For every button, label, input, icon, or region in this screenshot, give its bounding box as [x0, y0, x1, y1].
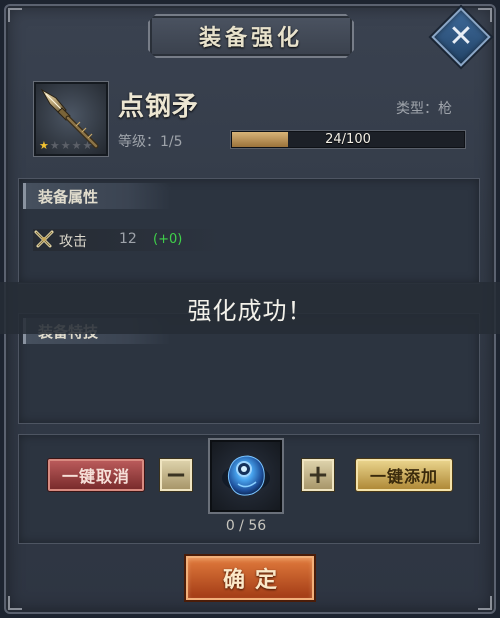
decrease-button[interactable]: − [160, 459, 192, 491]
section-header: 装备属性 [23, 183, 171, 209]
item-star-rating: ★ ★ ★ ★ ★ [39, 139, 92, 152]
confirm-button[interactable]: 确定 [186, 556, 314, 600]
item-icon-slot[interactable]: ★ ★ ★ ★ ★ [34, 82, 108, 156]
toast-message: 强化成功！ [187, 296, 313, 325]
exp-progress-bar: 24/100 [231, 131, 465, 148]
confirm-label: 确定 [222, 567, 287, 593]
frame-corner [8, 8, 22, 22]
increase-button[interactable]: + [302, 459, 334, 491]
exp-progress-text: 24/100 [325, 132, 371, 147]
material-count: 0 / 56 [225, 518, 267, 534]
dialog-title-plate: 装备强化 [148, 14, 354, 58]
attributes-panel: 装备属性 攻击 12 (+0) [18, 178, 480, 284]
attributes-heading: 装备属性 [38, 188, 99, 206]
item-level: 等级：1/5 [118, 134, 183, 150]
cancel-all-button[interactable]: 一键取消 [48, 459, 144, 491]
attribute-value: 12 [119, 231, 137, 247]
star-icon: ★ [60, 139, 71, 152]
plus-icon: + [307, 460, 329, 490]
star-icon: ★ [82, 139, 93, 152]
star-icon: ★ [39, 139, 49, 152]
frame-corner [478, 596, 492, 610]
attribute-row: 攻击 12 (+0) [33, 229, 223, 251]
frame-corner [478, 8, 492, 22]
blue-gem-icon [222, 455, 270, 496]
frame-corner [8, 596, 22, 610]
item-name: 点钢矛 [118, 92, 200, 122]
dialog-title: 装备强化 [198, 25, 303, 51]
close-icon: ✕ [448, 19, 474, 54]
minus-icon: − [165, 460, 187, 490]
success-toast: 强化成功！ [0, 282, 500, 334]
item-type: 类型：枪 [396, 101, 452, 117]
crossed-swords-icon [34, 230, 54, 248]
attribute-label: 攻击 [59, 234, 87, 250]
star-icon: ★ [71, 139, 82, 152]
material-slot[interactable] [210, 440, 282, 512]
star-icon: ★ [49, 139, 60, 152]
attribute-delta: (+0) [153, 232, 183, 247]
add-all-button[interactable]: 一键添加 [356, 459, 452, 491]
